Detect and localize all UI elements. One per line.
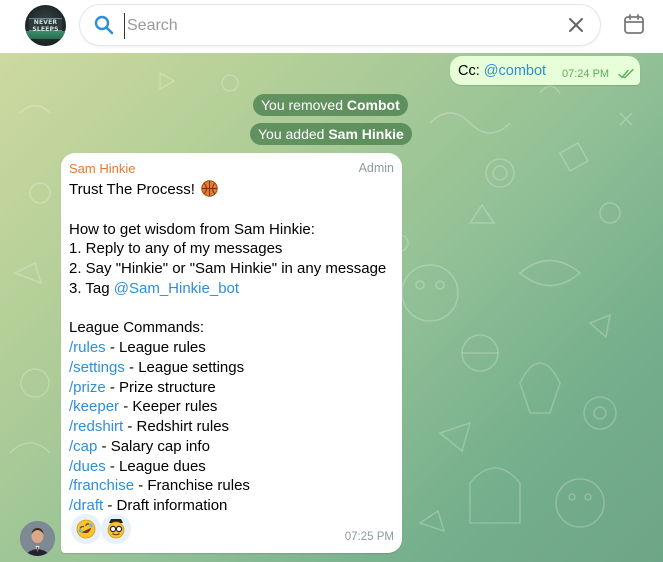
command-item: /cap - Salary cap info <box>69 437 399 457</box>
command-item: /draft - Draft information <box>69 496 399 516</box>
sender-name[interactable]: Sam Hinkie <box>69 161 135 176</box>
command-item: /redshirt - Redshirt rules <box>69 417 399 437</box>
service-text: You added <box>258 126 329 142</box>
incoming-message[interactable]: Sam Hinkie Admin Trust The Process! How … <box>61 153 402 553</box>
service-user[interactable]: Sam Hinkie <box>328 126 403 142</box>
mention-link[interactable]: @combot <box>484 63 546 79</box>
command-desc: - Salary cap info <box>97 437 210 455</box>
service-message-added: You added Sam Hinkie <box>250 123 412 145</box>
top-bar: NEVER SLEEPS <box>0 0 663 53</box>
avatar-logo-field <box>25 31 66 39</box>
reaction-rofl[interactable] <box>71 514 101 544</box>
message-body: Trust The Process! How to get wisdom fro… <box>69 180 399 516</box>
command-item: /dues - League dues <box>69 457 399 477</box>
command-link[interactable]: /draft <box>69 497 103 514</box>
chat-avatar[interactable]: NEVER SLEEPS <box>25 5 66 46</box>
command-link[interactable]: /dues <box>69 458 106 475</box>
sender-avatar-image <box>20 521 55 556</box>
admin-badge: Admin <box>358 161 394 175</box>
command-desc: - Keeper rules <box>119 398 218 416</box>
command-link[interactable]: /cap <box>69 438 97 455</box>
command-link[interactable]: /settings <box>69 359 125 376</box>
step-prefix: 3. Tag <box>69 279 114 297</box>
read-double-check-icon <box>618 69 634 79</box>
chat-area[interactable]: Cc: @combot 07:24 PM You removed Combot … <box>0 53 663 562</box>
commands-heading: League Commands: <box>69 319 205 337</box>
command-desc: - League rules <box>105 339 206 356</box>
search-box[interactable] <box>80 5 600 45</box>
command-item: /settings - League settings <box>69 358 399 378</box>
command-item: /keeper - Keeper rules <box>69 397 399 417</box>
bot-mention-link[interactable]: @Sam_Hinkie_bot <box>114 280 239 297</box>
command-link[interactable]: /rules <box>69 339 106 356</box>
command-desc: - League settings <box>124 358 245 376</box>
step-line: 3. Tag @Sam_Hinkie_bot <box>69 279 399 299</box>
command-desc: - Redshirt rules <box>123 418 230 435</box>
command-link[interactable]: /keeper <box>69 398 119 415</box>
command-desc: - Draft information <box>103 497 228 514</box>
step-line: 2. Say "Hinkie" or "Sam Hinkie" in any m… <box>69 260 387 277</box>
close-icon[interactable] <box>567 16 585 34</box>
outgoing-message[interactable]: Cc: @combot 07:24 PM <box>450 56 640 85</box>
nerd-emoji-icon <box>107 519 125 539</box>
search-icon <box>94 15 114 35</box>
search-input[interactable] <box>124 13 549 39</box>
command-item: /franchise - Franchise rules <box>69 476 399 496</box>
sender-avatar[interactable] <box>20 521 55 556</box>
message-title-line: Trust The Process! <box>69 180 399 200</box>
message-time: 07:25 PM <box>344 531 394 543</box>
rofl-emoji-icon <box>76 519 96 539</box>
reaction-nerd[interactable] <box>101 514 131 544</box>
intro-line: How to get wisdom from Sam Hinkie: <box>69 220 315 238</box>
outgoing-message-text: Cc: @combot <box>458 63 546 79</box>
command-link[interactable]: /prize <box>69 379 106 396</box>
step-line: 1. Reply to any of my messages <box>69 240 283 258</box>
basketball-emoji <box>201 180 218 197</box>
command-desc: - League dues <box>105 457 206 475</box>
service-message-removed: You removed Combot <box>253 94 408 116</box>
command-desc: - Franchise rules <box>134 477 250 495</box>
command-item: /prize - Prize structure <box>69 378 399 398</box>
message-time: 07:24 PM <box>562 68 610 80</box>
command-item: /rules - League rules <box>69 338 399 358</box>
command-link[interactable]: /franchise <box>69 477 134 494</box>
command-link[interactable]: /redshirt <box>69 418 123 435</box>
message-title: Trust The Process! <box>69 181 195 198</box>
command-desc: - Prize structure <box>105 378 216 396</box>
service-text: You removed <box>261 97 347 113</box>
service-user[interactable]: Combot <box>347 97 400 113</box>
outgoing-message-prefix: Cc: <box>458 63 484 79</box>
calendar-icon[interactable] <box>623 13 645 35</box>
